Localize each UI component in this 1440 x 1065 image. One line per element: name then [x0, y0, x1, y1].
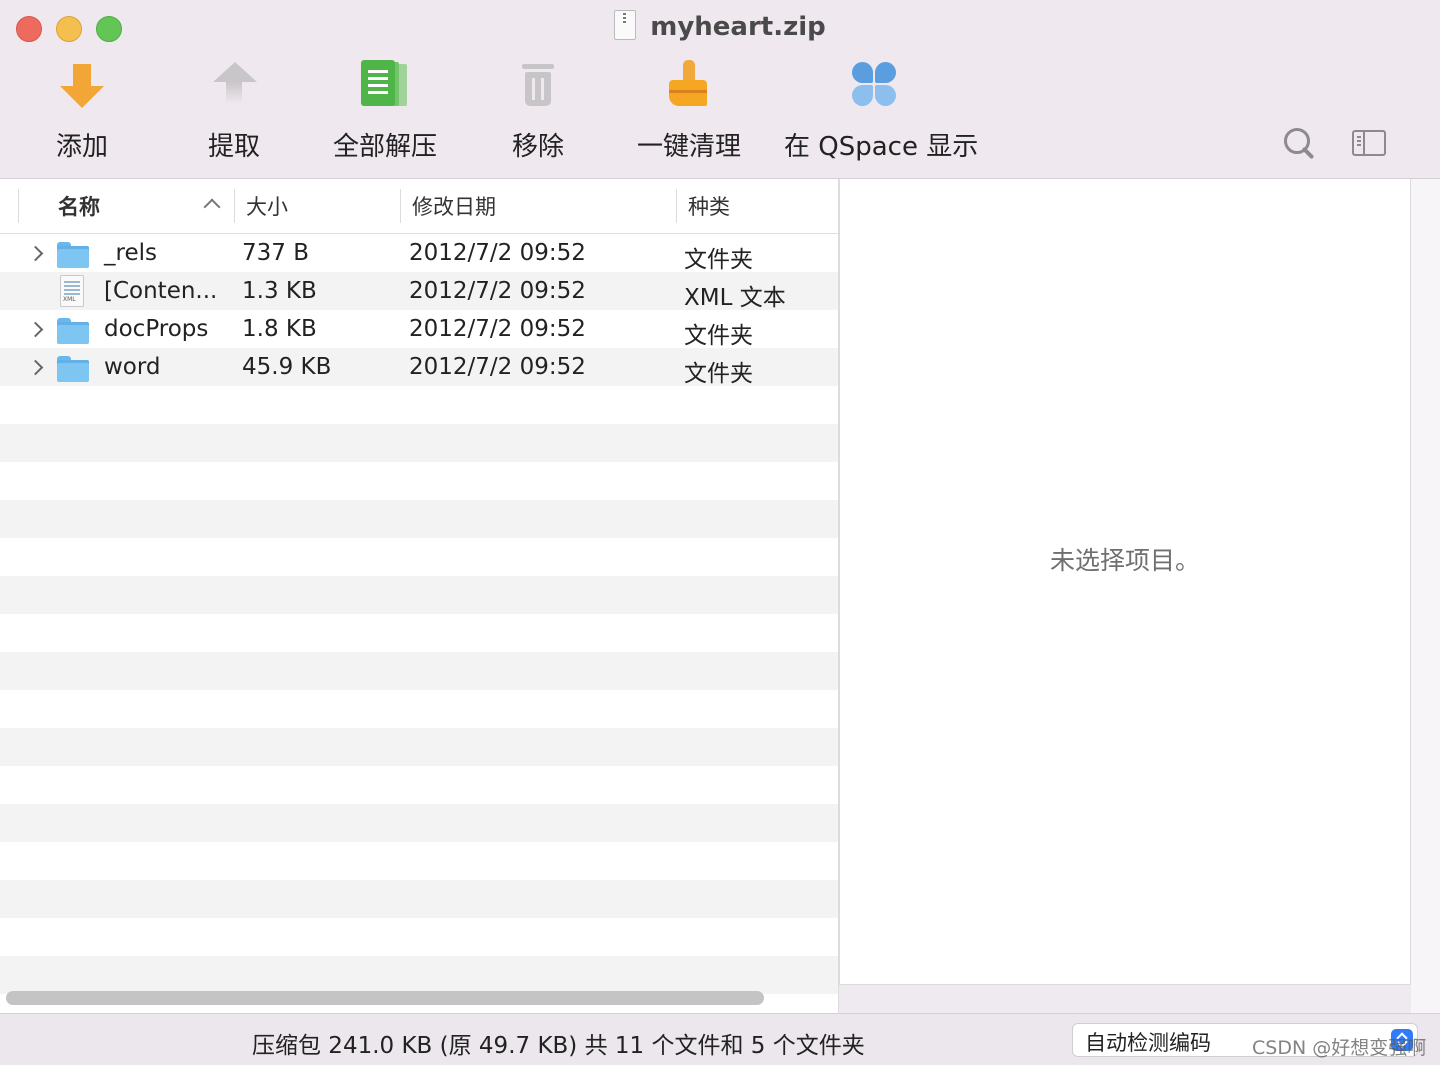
- file-name: docProps: [104, 316, 209, 342]
- horizontal-scrollbar[interactable]: [6, 991, 764, 1005]
- empty-row: [0, 576, 838, 614]
- file-modified: 2012/7/2 09:52: [409, 278, 586, 304]
- file-size: 1.8 KB: [242, 316, 317, 342]
- status-bar: 压缩包 241.0 KB (原 49.7 KB) 共 11 个文件和 5 个文件…: [0, 1013, 1440, 1065]
- empty-row: [0, 918, 838, 956]
- column-header-size[interactable]: 大小: [246, 191, 288, 221]
- empty-row: [0, 500, 838, 538]
- empty-row: [0, 728, 838, 766]
- chevron-right-icon[interactable]: [27, 321, 44, 338]
- table-row[interactable]: _rels 737 B 2012/7/2 09:52 文件夹: [0, 234, 838, 273]
- sidebar-toggle-icon[interactable]: [1352, 130, 1386, 156]
- empty-row: [0, 652, 838, 690]
- empty-row: [0, 690, 838, 728]
- file-kind: 文件夹: [684, 247, 753, 273]
- watermark: CSDN @好想变强啊: [1252, 1037, 1427, 1059]
- table-row[interactable]: [Conten... 1.3 KB 2012/7/2 09:52 XML 文本: [0, 272, 838, 311]
- empty-row: [0, 424, 838, 462]
- preview-scroll-strip: [1411, 179, 1440, 1013]
- empty-row: [0, 804, 838, 842]
- extract-all-pages-icon: [355, 58, 415, 118]
- window-title-text: myheart.zip: [650, 12, 826, 42]
- one-click-clean-button[interactable]: 一键清理: [636, 58, 742, 163]
- folder-icon: [57, 318, 89, 344]
- file-rows: _rels 737 B 2012/7/2 09:52 文件夹 [Conten..…: [0, 234, 838, 1013]
- column-header-modified[interactable]: 修改日期: [412, 191, 496, 221]
- empty-row: [0, 614, 838, 652]
- broom-icon: [659, 58, 719, 118]
- extract-all-button[interactable]: 全部解压: [333, 58, 437, 163]
- toolbar: myheart.zip 添加 提取 全部解压 移除 一键清理 在 QSpace …: [0, 0, 1440, 179]
- file-list: 名称 大小 修改日期 种类 _rels 737 B 2012/7/2 09:52…: [0, 179, 839, 1013]
- extract-button[interactable]: 提取: [204, 58, 264, 163]
- file-name: [Conten...: [104, 278, 218, 304]
- file-size: 1.3 KB: [242, 278, 317, 304]
- file-name: _rels: [104, 240, 157, 266]
- file-kind: XML 文本: [684, 285, 786, 311]
- chevron-right-icon[interactable]: [27, 359, 44, 376]
- remove-button[interactable]: 移除: [508, 58, 568, 163]
- table-row[interactable]: word 45.9 KB 2012/7/2 09:52 文件夹: [0, 348, 838, 387]
- qspace-clover-icon: [844, 58, 904, 118]
- archive-window: myheart.zip 添加 提取 全部解压 移除 一键清理 在 QSpace …: [0, 0, 1440, 1065]
- extract-all-button-label: 全部解压: [333, 132, 438, 162]
- search-icon[interactable]: [1282, 126, 1320, 164]
- encoding-value: 自动检测编码: [1085, 1031, 1211, 1055]
- show-in-qspace-button-label: 在 QSpace 显示: [784, 132, 979, 162]
- column-header-kind[interactable]: 种类: [688, 191, 730, 221]
- chevron-right-icon[interactable]: [27, 245, 44, 262]
- table-row[interactable]: docProps 1.8 KB 2012/7/2 09:52 文件夹: [0, 310, 838, 349]
- empty-row: [0, 842, 838, 880]
- window-title: myheart.zip: [0, 10, 1440, 42]
- empty-row: [0, 462, 838, 500]
- empty-row: [0, 538, 838, 576]
- trash-icon: [508, 58, 568, 118]
- add-button-label: 添加: [55, 132, 108, 162]
- folder-icon: [57, 356, 89, 382]
- file-modified: 2012/7/2 09:52: [409, 316, 586, 342]
- file-size: 45.9 KB: [242, 354, 332, 380]
- empty-row: [0, 386, 838, 424]
- show-in-qspace-button[interactable]: 在 QSpace 显示: [784, 58, 979, 163]
- archive-summary: 压缩包 241.0 KB (原 49.7 KB) 共 11 个文件和 5 个文件…: [252, 1033, 865, 1059]
- file-size: 737 B: [242, 240, 309, 266]
- file-modified: 2012/7/2 09:52: [409, 354, 586, 380]
- preview-pane: 未选择项目。: [839, 179, 1411, 985]
- file-kind: 文件夹: [684, 361, 753, 387]
- column-header-name[interactable]: 名称: [58, 191, 100, 221]
- empty-row: [0, 956, 838, 994]
- extract-arrow-up-icon: [204, 58, 264, 118]
- file-modified: 2012/7/2 09:52: [409, 240, 586, 266]
- zip-file-icon: [614, 10, 637, 40]
- file-kind: 文件夹: [684, 323, 753, 349]
- remove-button-label: 移除: [511, 132, 564, 162]
- one-click-clean-button-label: 一键清理: [636, 132, 741, 162]
- folder-icon: [57, 242, 89, 268]
- file-list-header: 名称 大小 修改日期 种类: [0, 179, 838, 234]
- xml-file-icon: [60, 275, 84, 307]
- add-button[interactable]: 添加: [52, 58, 112, 163]
- sort-ascending-icon[interactable]: [203, 198, 221, 216]
- no-selection-message: 未选择项目。: [1049, 546, 1200, 575]
- empty-row: [0, 880, 838, 918]
- empty-row: [0, 766, 838, 804]
- extract-button-label: 提取: [207, 132, 260, 162]
- file-name: word: [104, 354, 161, 380]
- add-arrow-down-icon: [52, 58, 112, 118]
